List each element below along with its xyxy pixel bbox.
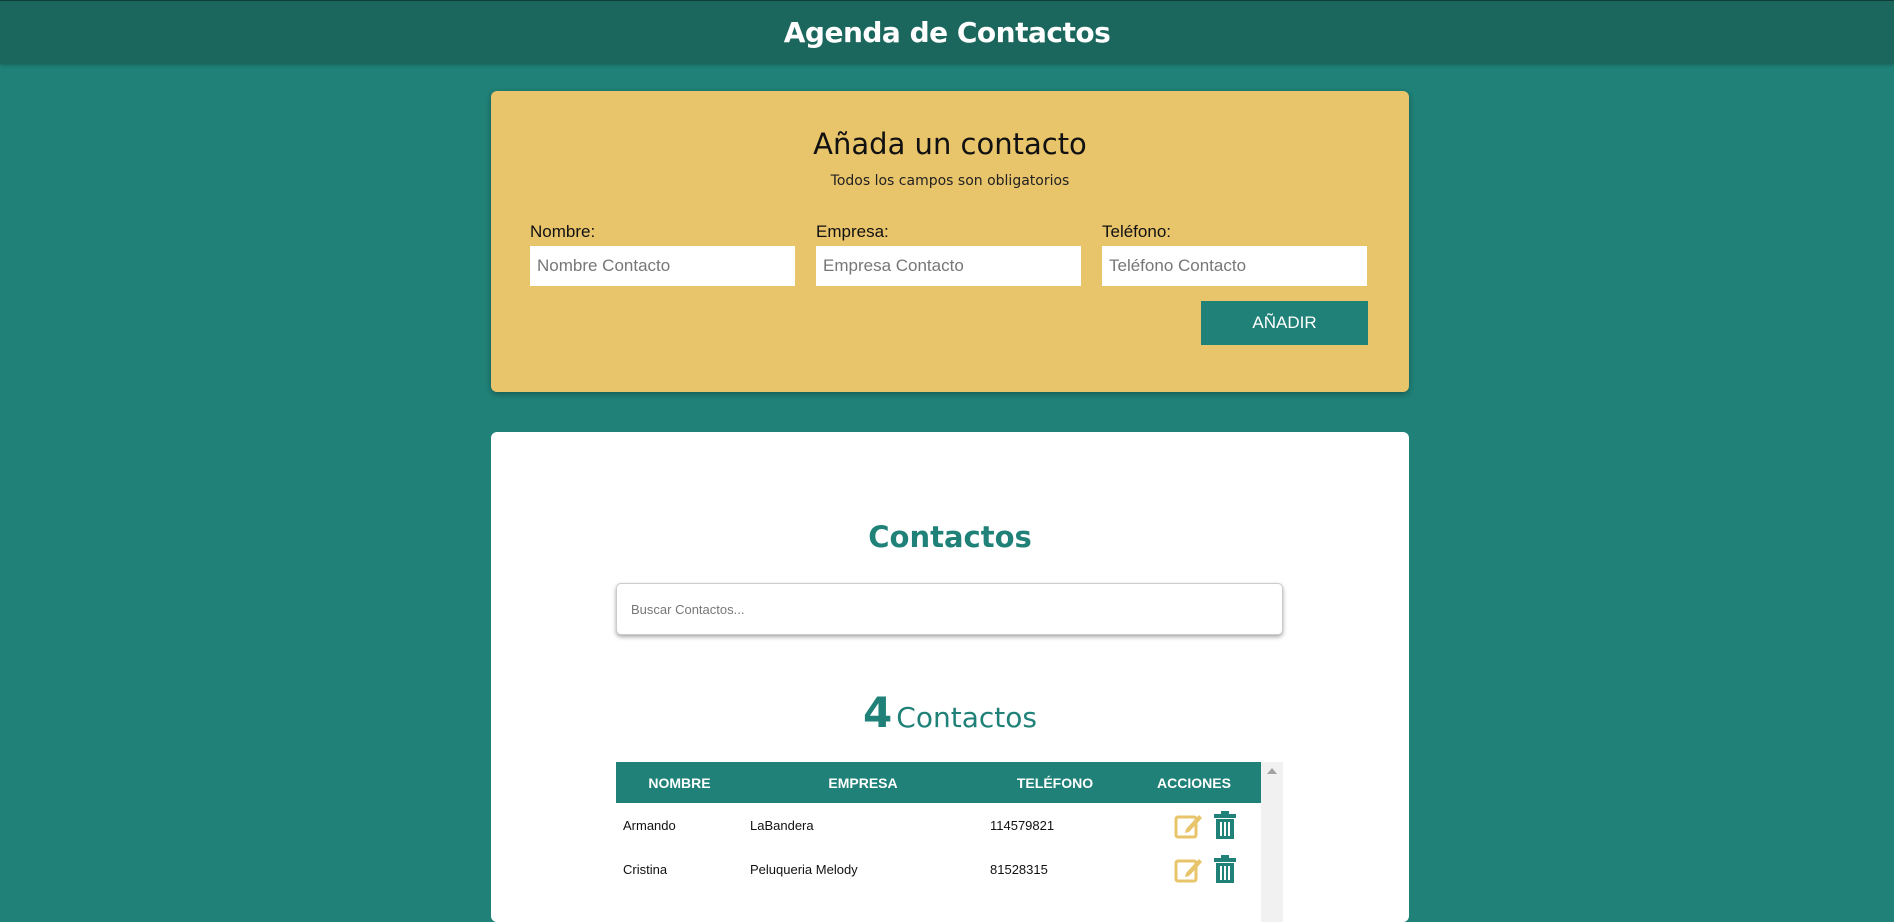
contacts-table: NOMBRE EMPRESA TELÉFONO ACCIONES Armando… xyxy=(616,762,1261,891)
telefono-input[interactable] xyxy=(1102,246,1367,286)
cell-acciones xyxy=(1127,847,1261,891)
table-header-row: NOMBRE EMPRESA TELÉFONO ACCIONES xyxy=(616,762,1261,803)
top-bar: Agenda de Contactos xyxy=(0,0,1894,64)
form-subtitle: Todos los campos son obligatorios xyxy=(830,173,1070,189)
cell-telefono: 81528315 xyxy=(990,861,1048,877)
trash-icon[interactable] xyxy=(1210,810,1240,840)
cell-empresa: Peluqueria Melody xyxy=(750,861,858,877)
form-title: Añada un contacto xyxy=(813,127,1087,161)
scroll-up-arrow-icon[interactable] xyxy=(1267,768,1277,774)
cell-empresa: LaBandera xyxy=(750,817,814,833)
app-title: Agenda de Contactos xyxy=(783,16,1111,49)
search-input[interactable] xyxy=(616,583,1283,635)
trash-icon[interactable] xyxy=(1210,854,1240,884)
table-row: Cristina Peluqueria Melody 81528315 xyxy=(616,847,1261,891)
contacts-count: 4 Contactos xyxy=(491,688,1409,737)
telefono-label: Teléfono: xyxy=(1102,222,1171,241)
edit-icon[interactable] xyxy=(1174,854,1204,884)
col-empresa: EMPRESA xyxy=(828,774,898,791)
table-scrollbar[interactable] xyxy=(1261,762,1283,922)
col-telefono: TELÉFONO xyxy=(1016,774,1094,791)
table-row: Armando LaBandera 114579821 xyxy=(616,803,1261,847)
contacts-title: Contactos xyxy=(868,520,1032,554)
cell-acciones xyxy=(1127,803,1261,847)
cell-nombre: Armando xyxy=(623,817,676,833)
empresa-field: Empresa: xyxy=(816,222,1081,286)
cell-telefono: 114579821 xyxy=(990,817,1055,833)
contacts-table-container: NOMBRE EMPRESA TELÉFONO ACCIONES Armando… xyxy=(616,762,1283,922)
nombre-label: Nombre: xyxy=(530,222,596,241)
add-button[interactable]: AÑADIR xyxy=(1201,301,1368,345)
edit-icon[interactable] xyxy=(1174,810,1204,840)
nombre-input[interactable] xyxy=(530,246,795,286)
row-actions xyxy=(1134,810,1261,840)
telefono-field: Teléfono: xyxy=(1102,222,1367,286)
row-actions xyxy=(1134,854,1261,884)
empresa-label: Empresa: xyxy=(816,222,889,241)
count-label: Contactos xyxy=(896,701,1037,734)
empresa-input[interactable] xyxy=(816,246,1081,286)
contacts-card: Contactos 4Contactos NOMBRE EMPRESA TELÉ… xyxy=(491,432,1409,922)
cell-nombre: Cristina xyxy=(623,861,668,877)
count-number: 4 xyxy=(863,688,893,737)
add-contact-card: Añada un contacto Todos los campos son o… xyxy=(491,91,1409,392)
col-acciones: ACCIONES xyxy=(1157,774,1231,791)
nombre-field: Nombre: xyxy=(530,222,795,286)
col-nombre: NOMBRE xyxy=(648,774,711,791)
